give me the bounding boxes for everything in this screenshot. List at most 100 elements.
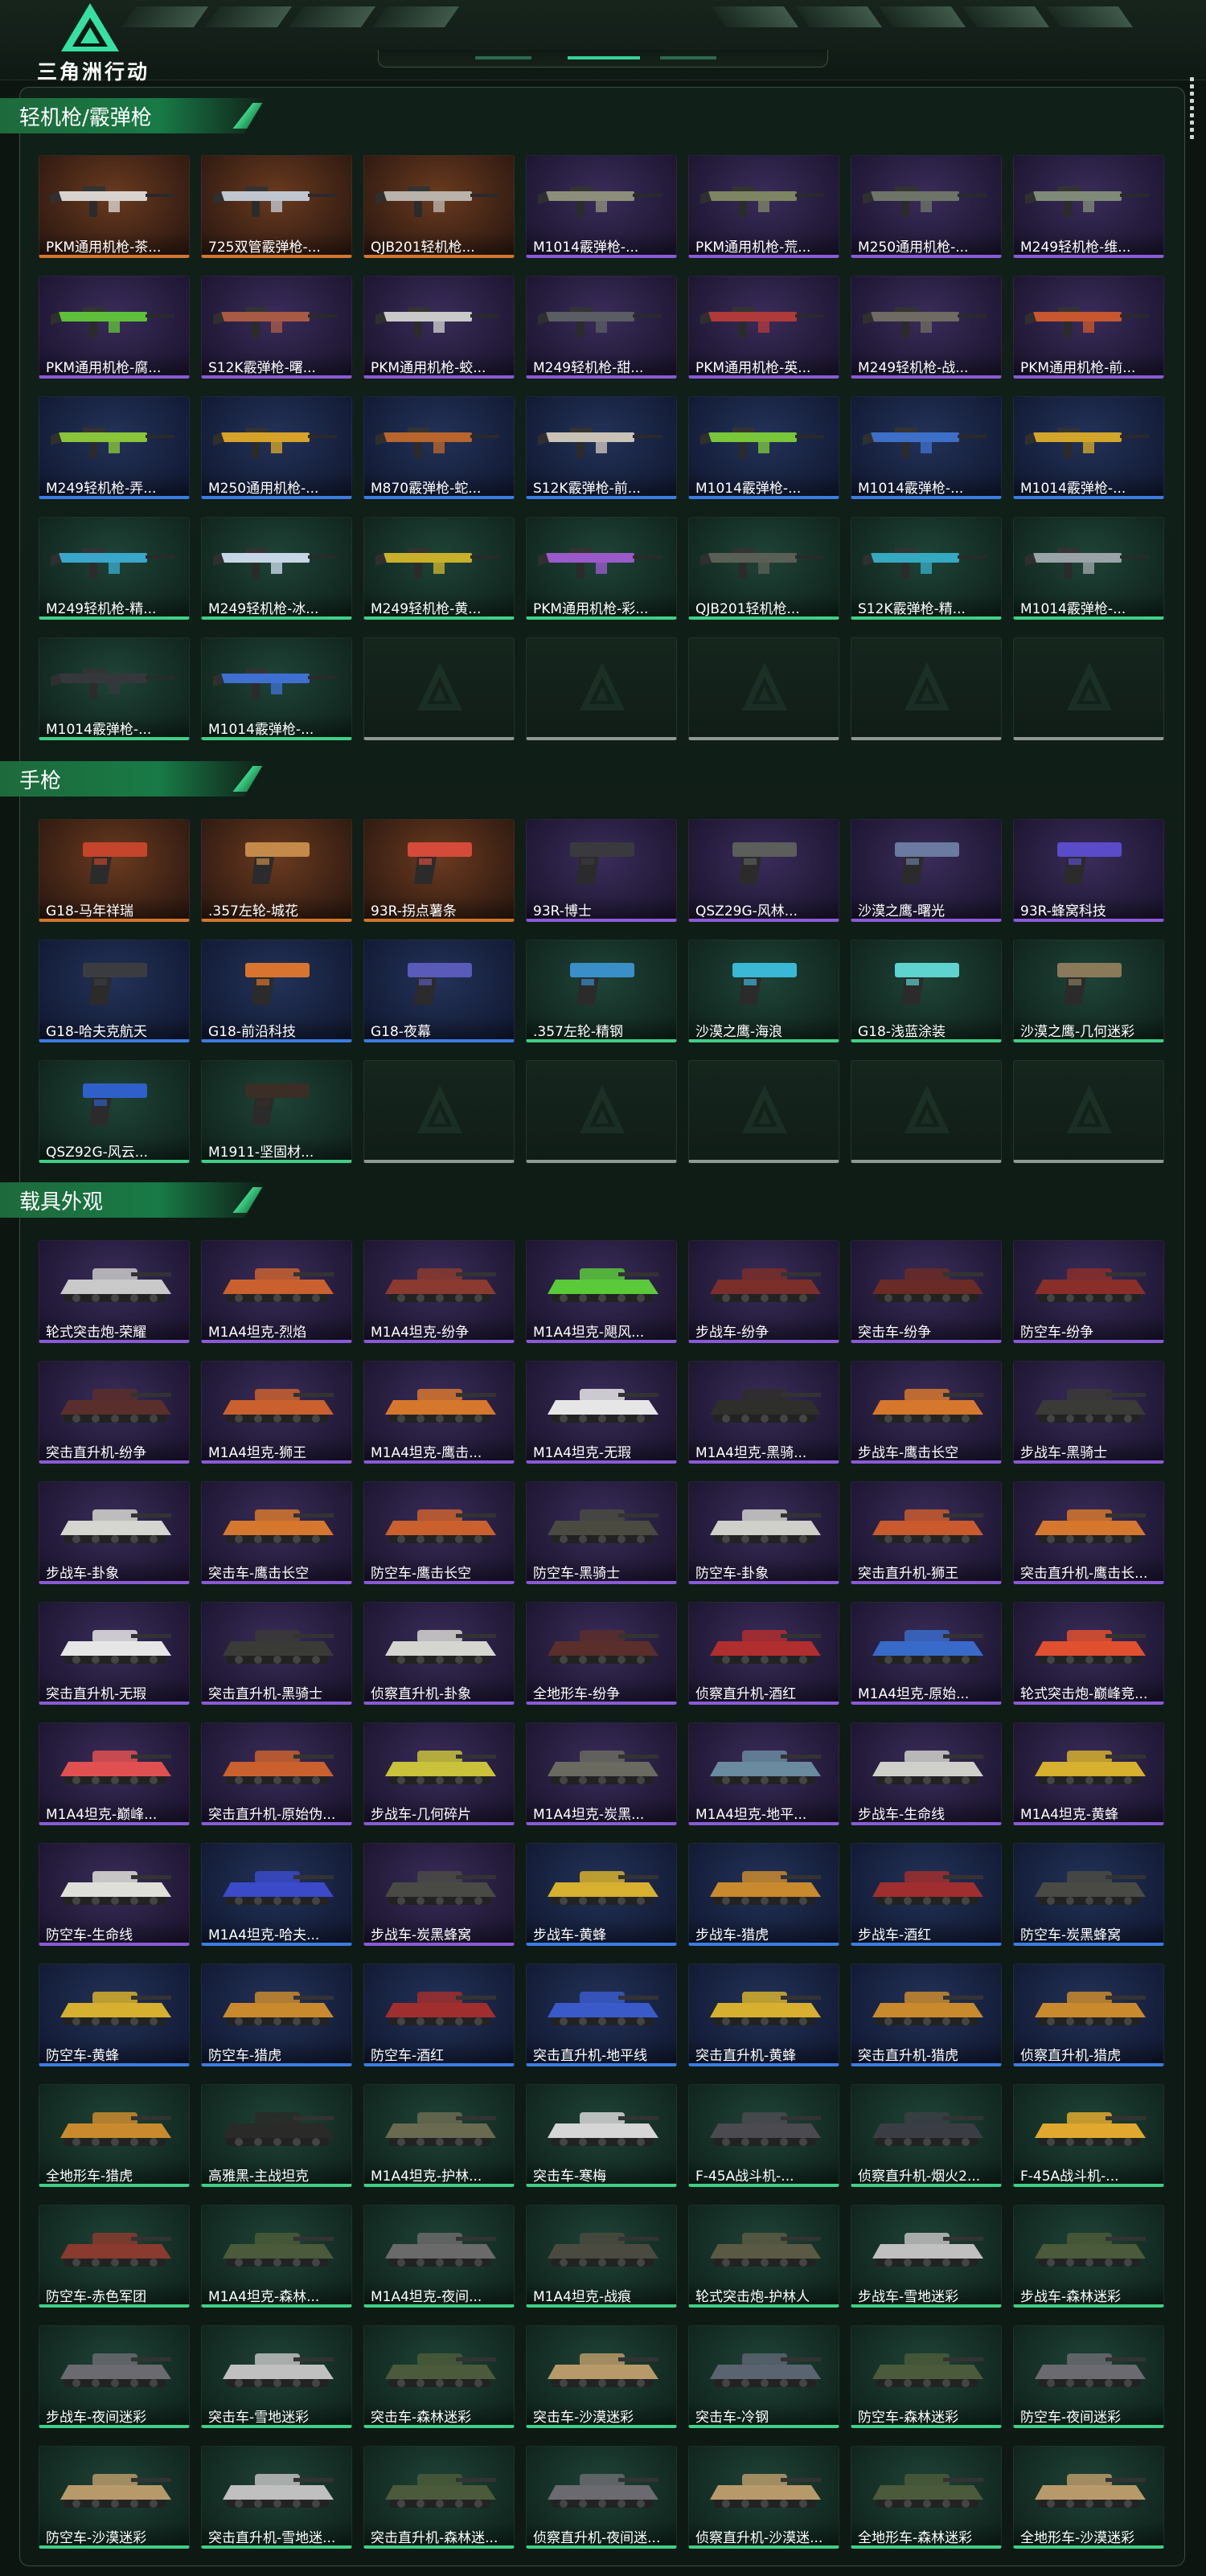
skin-card[interactable]: 防空车-卦象 (688, 1481, 839, 1584)
skin-card[interactable]: M1A4坦克-飓风... (526, 1240, 677, 1343)
skin-card[interactable]: 全地形车-沙漠迷彩 (1013, 2446, 1164, 2549)
skin-card[interactable]: 侦察直升机-沙漠迷... (688, 2446, 839, 2549)
skin-card[interactable]: 防空车-猎虎 (201, 1964, 352, 2066)
skin-card[interactable]: G18-夜幕 (363, 940, 515, 1042)
skin-card[interactable]: 步战车-纷争 (688, 1240, 839, 1343)
skin-card[interactable]: M1014霰弹枪-... (39, 637, 190, 740)
skin-card[interactable]: M1A4坦克-夜间... (363, 2205, 515, 2308)
skin-card[interactable]: M1A4坦克-原始... (851, 1602, 1002, 1705)
skin-card[interactable]: 高雅黑-主战坦克 (201, 2084, 352, 2187)
skin-card[interactable]: 突击车-鹰击长空 (201, 1481, 352, 1584)
skin-card[interactable]: 步战车-炭黑蜂窝 (363, 1843, 515, 1946)
skin-card[interactable]: QSZ29G-风林... (688, 819, 839, 922)
skin-card[interactable]: M249轻机枪-冰... (201, 517, 352, 620)
skin-card[interactable]: 突击直升机-黄蜂 (688, 1964, 839, 2066)
skin-card[interactable]: 突击直升机-黑骑士 (201, 1602, 352, 1705)
skin-card[interactable]: M1911-坚固材... (201, 1060, 352, 1163)
skin-card[interactable]: 步战车-雪地迷彩 (851, 2205, 1002, 2308)
skin-card[interactable]: M1014霰弹枪-... (201, 637, 352, 740)
skin-card[interactable]: M250通用机枪-... (201, 396, 352, 499)
skin-card[interactable]: M1014霰弹枪-... (851, 396, 1002, 499)
skin-card[interactable]: M1014霰弹枪-... (1013, 396, 1164, 499)
skin-card[interactable]: PKM通用机枪-彩... (526, 517, 677, 620)
scroll-indicator[interactable] (1190, 77, 1195, 139)
skin-card[interactable]: 突击直升机-无瑕 (39, 1602, 190, 1705)
skin-card[interactable]: 93R-拐点薯条 (363, 819, 515, 922)
skin-card[interactable]: 防空车-夜间迷彩 (1013, 2325, 1164, 2428)
skin-card[interactable]: 步战车-鹰击长空 (851, 1361, 1002, 1464)
skin-card[interactable]: 突击车-森林迷彩 (363, 2325, 515, 2428)
skin-card[interactable]: M870霰弹枪-蛇... (363, 396, 515, 499)
skin-card[interactable]: 侦察直升机-酒红 (688, 1602, 839, 1705)
skin-card[interactable]: 突击车-寒梅 (526, 2084, 677, 2187)
skin-card[interactable]: 全地形车-森林迷彩 (851, 2446, 1002, 2549)
skin-card[interactable]: M1014霰弹枪-... (1013, 517, 1164, 620)
skin-card[interactable]: 突击直升机-纷争 (39, 1361, 190, 1464)
skin-card[interactable]: M1A4坦克-黄蜂 (1013, 1722, 1164, 1825)
skin-card[interactable]: 步战车-森林迷彩 (1013, 2205, 1164, 2308)
skin-card[interactable]: 突击直升机-地平线 (526, 1964, 677, 2066)
skin-card[interactable]: 全地形车-纷争 (526, 1602, 677, 1705)
skin-card[interactable]: 步战车-夜间迷彩 (39, 2325, 190, 2428)
skin-card[interactable]: M1A4坦克-烈焰 (201, 1240, 352, 1343)
skin-card[interactable]: M249轻机枪-精... (39, 517, 190, 620)
skin-card[interactable]: M249轻机枪-弄... (39, 396, 190, 499)
skin-card[interactable]: 93R-蜂窝科技 (1013, 819, 1164, 922)
skin-card[interactable]: M249轻机枪-战... (851, 276, 1002, 379)
skin-card[interactable]: 防空车-赤色军团 (39, 2205, 190, 2308)
skin-card[interactable]: M1A4坦克-森林... (201, 2205, 352, 2308)
skin-card[interactable]: 侦察直升机-烟火2... (851, 2084, 1002, 2187)
skin-card[interactable]: QJB201轻机枪... (688, 517, 839, 620)
skin-card[interactable]: 突击直升机-森林迷... (363, 2446, 515, 2549)
skin-card[interactable]: 防空车-生命线 (39, 1843, 190, 1946)
skin-card[interactable]: .357左轮-城花 (201, 819, 352, 922)
skin-card[interactable]: 突击直升机-原始伪... (201, 1722, 352, 1825)
skin-card[interactable]: PKM通用机枪-前... (1013, 276, 1164, 379)
skin-card[interactable]: QJB201轻机枪... (363, 155, 515, 258)
skin-card[interactable]: 突击车-雪地迷彩 (201, 2325, 352, 2428)
skin-card[interactable]: M250通用机枪-... (851, 155, 1002, 258)
skin-card[interactable]: QSZ92G-风云... (39, 1060, 190, 1163)
skin-card[interactable]: M249轻机枪-甜... (526, 276, 677, 379)
skin-card[interactable]: 突击车-纷争 (851, 1240, 1002, 1343)
skin-card[interactable]: G18-浅蓝涂装 (851, 940, 1002, 1042)
skin-card[interactable]: PKM通用机枪-荒... (688, 155, 839, 258)
skin-card[interactable]: 突击车-冷钢 (688, 2325, 839, 2428)
skin-card[interactable]: 突击直升机-狮王 (851, 1481, 1002, 1584)
skin-card[interactable]: S12K霰弹枪-精... (851, 517, 1002, 620)
skin-card[interactable]: 防空车-黄蜂 (39, 1964, 190, 2066)
skin-card[interactable]: 防空车-酒红 (363, 1964, 515, 2066)
skin-card[interactable]: M249轻机枪-黄... (363, 517, 515, 620)
skin-card[interactable]: 步战车-猎虎 (688, 1843, 839, 1946)
skin-card[interactable]: 突击直升机-雪地迷... (201, 2446, 352, 2549)
skin-card[interactable]: M1A4坦克-炭黑... (526, 1722, 677, 1825)
skin-card[interactable]: S12K霰弹枪-曙... (201, 276, 352, 379)
skin-card[interactable]: M1A4坦克-鹰击... (363, 1361, 515, 1464)
skin-card[interactable]: 步战车-卦象 (39, 1481, 190, 1584)
skin-card[interactable]: M1A4坦克-黑骑... (688, 1361, 839, 1464)
skin-card[interactable]: 725双管霰弹枪-... (201, 155, 352, 258)
skin-card[interactable]: 防空车-沙漠迷彩 (39, 2446, 190, 2549)
skin-card[interactable]: PKM通用机枪-英... (688, 276, 839, 379)
skin-card[interactable]: 步战车-黄蜂 (526, 1843, 677, 1946)
skin-card[interactable]: M1A4坦克-地平... (688, 1722, 839, 1825)
skin-card[interactable]: 突击车-沙漠迷彩 (526, 2325, 677, 2428)
skin-card[interactable]: 全地形车-猎虎 (39, 2084, 190, 2187)
skin-card[interactable]: 步战车-生命线 (851, 1722, 1002, 1825)
skin-card[interactable]: M1A4坦克-纷争 (363, 1240, 515, 1343)
skin-card[interactable]: PKM通用机枪-茶... (39, 155, 190, 258)
skin-card[interactable]: 防空车-森林迷彩 (851, 2325, 1002, 2428)
skin-card[interactable]: M1014霰弹枪-... (526, 155, 677, 258)
skin-card[interactable]: 沙漠之鹰-海浪 (688, 940, 839, 1042)
skin-card[interactable]: PKM通用机枪-腐... (39, 276, 190, 379)
skin-card[interactable]: 轮式突击炮-荣耀 (39, 1240, 190, 1343)
skin-card[interactable]: S12K霰弹枪-前... (526, 396, 677, 499)
skin-card[interactable]: 突击直升机-猎虎 (851, 1964, 1002, 2066)
skin-card[interactable]: 防空车-鹰击长空 (363, 1481, 515, 1584)
skin-card[interactable]: M1A4坦克-巅峰... (39, 1722, 190, 1825)
skin-card[interactable]: M1A4坦克-无瑕 (526, 1361, 677, 1464)
skin-card[interactable]: G18-哈夫克航天 (39, 940, 190, 1042)
skin-card[interactable]: 侦察直升机-猎虎 (1013, 1964, 1164, 2066)
skin-card[interactable]: 轮式突击炮-护林人 (688, 2205, 839, 2308)
skin-card[interactable]: M1A4坦克-狮王 (201, 1361, 352, 1464)
